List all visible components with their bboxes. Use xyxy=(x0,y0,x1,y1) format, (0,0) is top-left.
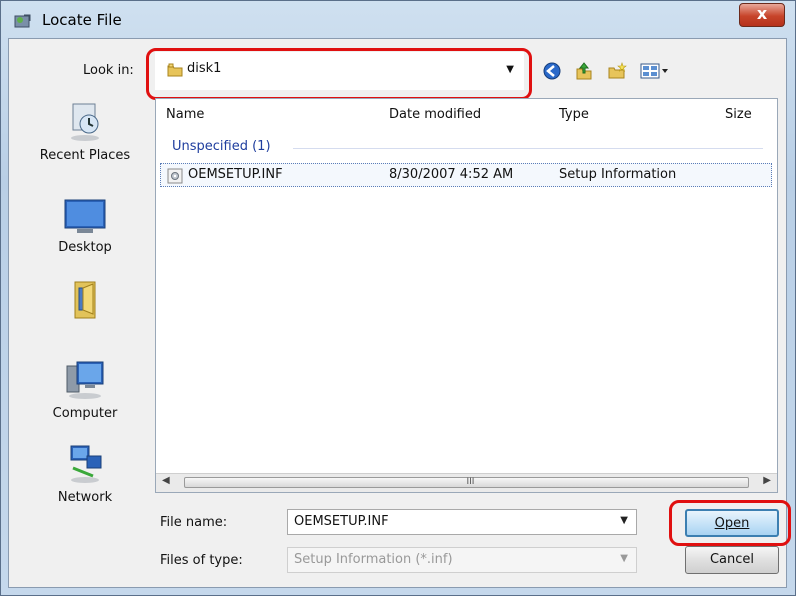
new-folder-icon[interactable] xyxy=(607,61,627,81)
horizontal-scrollbar[interactable]: ◀ III ▶ xyxy=(156,473,777,492)
place-user-folder[interactable] xyxy=(24,278,146,332)
group-divider xyxy=(293,148,763,149)
scroll-thumb[interactable]: III xyxy=(184,477,749,488)
close-button[interactable]: x xyxy=(739,3,785,27)
up-folder-icon[interactable] xyxy=(574,61,594,81)
close-icon: x xyxy=(756,4,768,23)
back-arrow-icon[interactable] xyxy=(542,61,562,81)
file-type-cell: Setup Information xyxy=(559,167,677,182)
recent-places-icon xyxy=(71,103,99,141)
files-of-type-value: Setup Information (*.inf) xyxy=(294,552,453,567)
place-desktop[interactable]: Desktop xyxy=(24,196,146,255)
scroll-right-icon[interactable]: ▶ xyxy=(763,475,771,486)
views-menu-icon[interactable] xyxy=(640,61,670,81)
file-name-label: File name: xyxy=(160,515,228,530)
cancel-button[interactable]: Cancel xyxy=(685,546,779,574)
column-header-size[interactable]: Size xyxy=(725,107,752,122)
setup-file-icon xyxy=(167,168,183,184)
file-row[interactable]: OEMSETUP.INF 8/30/2007 4:52 AM Setup Inf… xyxy=(160,163,772,187)
file-name-input[interactable]: OEMSETUP.INF ▼ xyxy=(287,509,637,535)
cancel-button-label: Cancel xyxy=(709,552,755,567)
chevron-down-icon[interactable]: ▼ xyxy=(620,515,628,526)
look-in-label: Look in: xyxy=(83,63,134,78)
file-name-cell: OEMSETUP.INF xyxy=(188,167,283,182)
open-highlight xyxy=(669,500,791,546)
scroll-left-icon[interactable]: ◀ xyxy=(162,475,170,486)
user-folder-icon xyxy=(74,281,96,319)
file-name-value: OEMSETUP.INF xyxy=(294,514,389,529)
place-label: Recent Places xyxy=(39,148,131,163)
desktop-icon xyxy=(64,199,106,233)
file-date-cell: 8/30/2007 4:52 AM xyxy=(389,167,514,182)
column-header-date[interactable]: Date modified xyxy=(389,107,481,122)
files-of-type-label: Files of type: xyxy=(160,553,243,568)
title-bar: Locate File x xyxy=(1,1,795,39)
places-bar: Recent Places Desktop Computer Network xyxy=(24,98,146,518)
network-icon xyxy=(70,445,102,483)
place-computer[interactable]: Computer xyxy=(24,356,146,421)
file-list[interactable]: Name Date modified Type Size Unspecified… xyxy=(155,98,778,493)
place-label: Desktop xyxy=(58,240,112,255)
chevron-down-icon: ▼ xyxy=(620,553,628,564)
files-of-type-select: Setup Information (*.inf) ▼ xyxy=(287,547,637,573)
place-network[interactable]: Network xyxy=(24,442,146,505)
group-header[interactable]: Unspecified (1) xyxy=(172,139,271,154)
scroll-grip: III xyxy=(466,477,475,487)
app-icon xyxy=(14,14,31,28)
window-title: Locate File xyxy=(42,11,122,29)
column-header-name[interactable]: Name xyxy=(166,107,204,122)
place-recent-places[interactable]: Recent Places xyxy=(24,98,146,163)
place-label: Computer xyxy=(52,406,118,421)
column-header-type[interactable]: Type xyxy=(559,107,589,122)
look-in-highlight xyxy=(146,48,532,100)
place-label: Network xyxy=(57,490,113,505)
computer-icon xyxy=(66,361,104,399)
